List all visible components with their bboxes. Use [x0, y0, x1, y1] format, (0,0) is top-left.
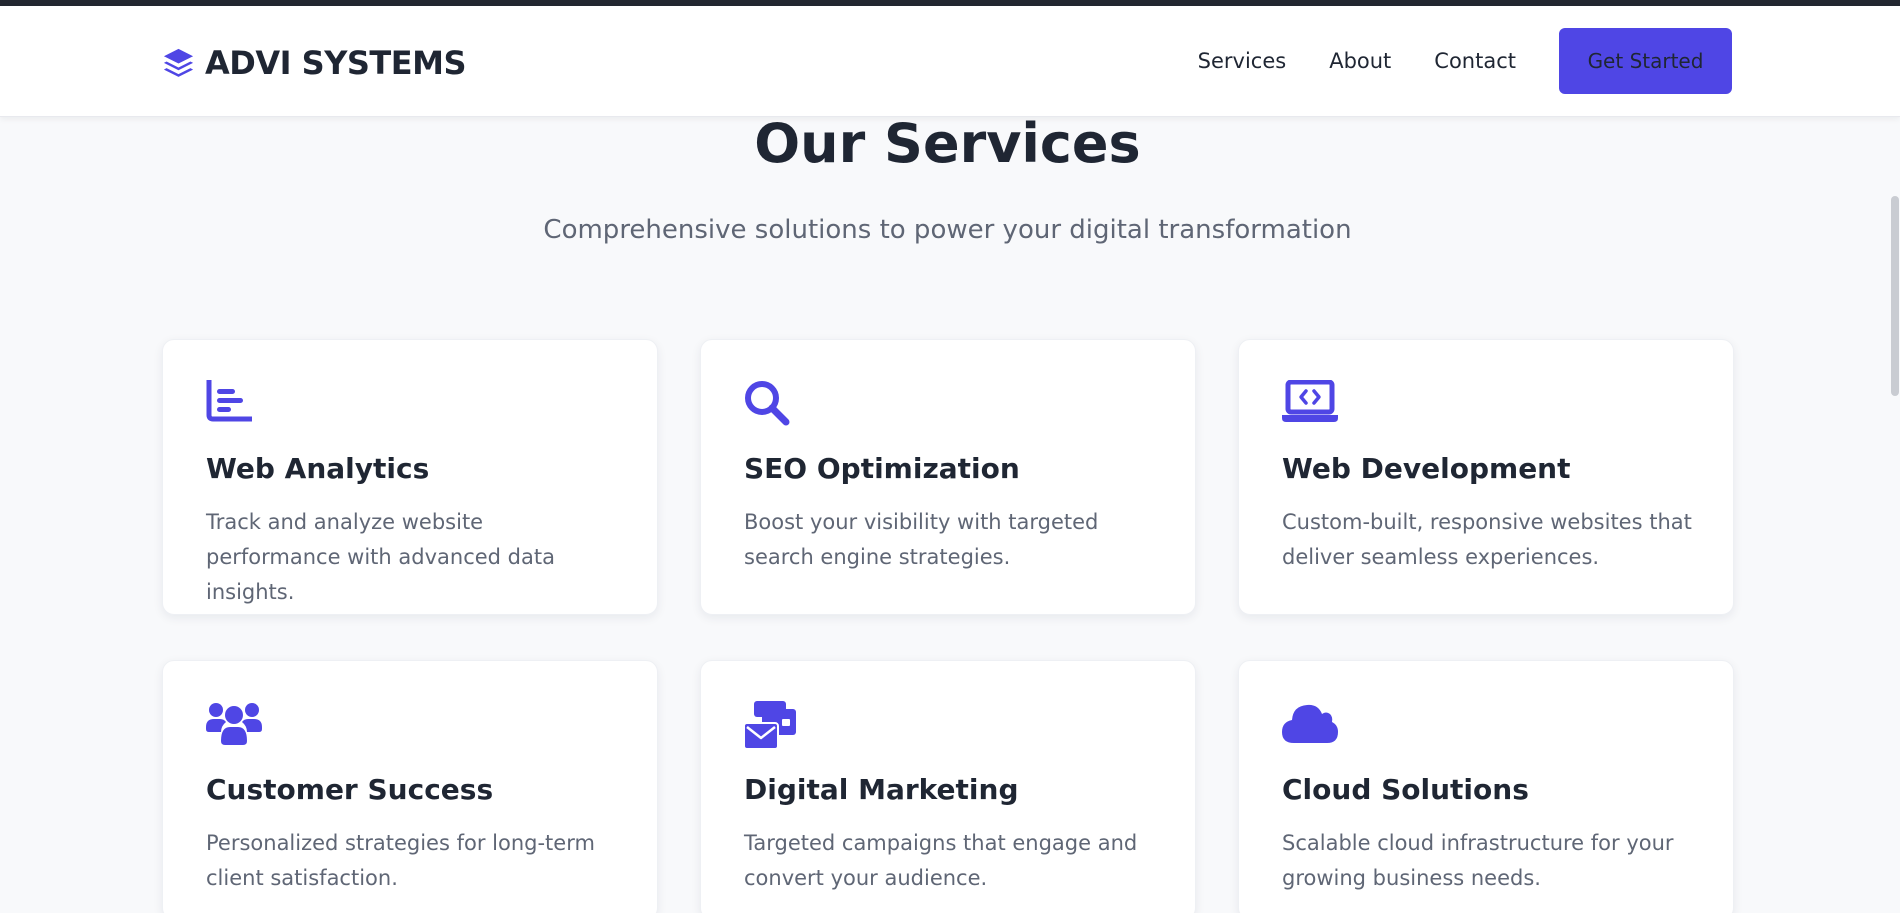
service-card-digital-marketing[interactable]: Digital Marketing Targeted campaigns tha… [700, 660, 1196, 913]
service-card-cloud-solutions[interactable]: Cloud Solutions Scalable cloud infrastru… [1238, 660, 1734, 913]
service-description: Targeted campaigns that engage and conve… [744, 831, 1138, 890]
get-started-button[interactable]: Get Started [1559, 28, 1732, 94]
scrollbar-thumb[interactable] [1891, 196, 1899, 396]
nav-link-services[interactable]: Services [1198, 49, 1287, 73]
brand-name: ADVI SYSTEMS [205, 44, 466, 82]
service-description: Scalable cloud infrastructure for your g… [1282, 831, 1674, 890]
main-nav: Services About Contact Get Started [1198, 28, 1732, 94]
service-title: Customer Success [206, 773, 494, 806]
service-title: Cloud Solutions [1282, 773, 1529, 806]
service-description: Personalized strategies for long-term cl… [206, 831, 595, 890]
section-subtitle: Comprehensive solutions to power your di… [543, 215, 1352, 245]
brand-logo[interactable]: ADVI SYSTEMS [161, 44, 466, 82]
mail-bulk-icon [743, 701, 800, 751]
nav-link-contact[interactable]: Contact [1434, 49, 1516, 73]
page-scrollbar[interactable] [1890, 6, 1900, 913]
service-card-web-analytics[interactable]: Web Analytics Track and analyze website … [162, 339, 658, 615]
service-title: Web Development [1282, 452, 1571, 485]
section-title: Our Services [754, 112, 1141, 175]
service-description: Custom-built, responsive websites that d… [1282, 510, 1692, 569]
service-title: Web Analytics [206, 452, 430, 485]
service-title: Digital Marketing [744, 773, 1019, 806]
layers-icon [161, 46, 196, 81]
chart-icon [206, 377, 262, 430]
service-description: Boost your visibility with targeted sear… [744, 510, 1099, 569]
service-card-web-development[interactable]: Web Development Custom-built, responsive… [1238, 339, 1734, 615]
nav-link-about[interactable]: About [1329, 49, 1391, 73]
service-card-seo-optimization[interactable]: SEO Optimization Boost your visibility w… [700, 339, 1196, 615]
users-icon [206, 701, 262, 751]
search-icon [744, 380, 800, 430]
service-description: Track and analyze website performance wi… [206, 510, 555, 604]
cloud-icon [1282, 701, 1338, 751]
laptop-code-icon [1282, 379, 1338, 430]
site-header: ADVI SYSTEMS Services About Contact Get … [0, 6, 1900, 117]
service-card-customer-success[interactable]: Customer Success Personalized strategies… [162, 660, 658, 913]
service-title: SEO Optimization [744, 452, 1020, 485]
